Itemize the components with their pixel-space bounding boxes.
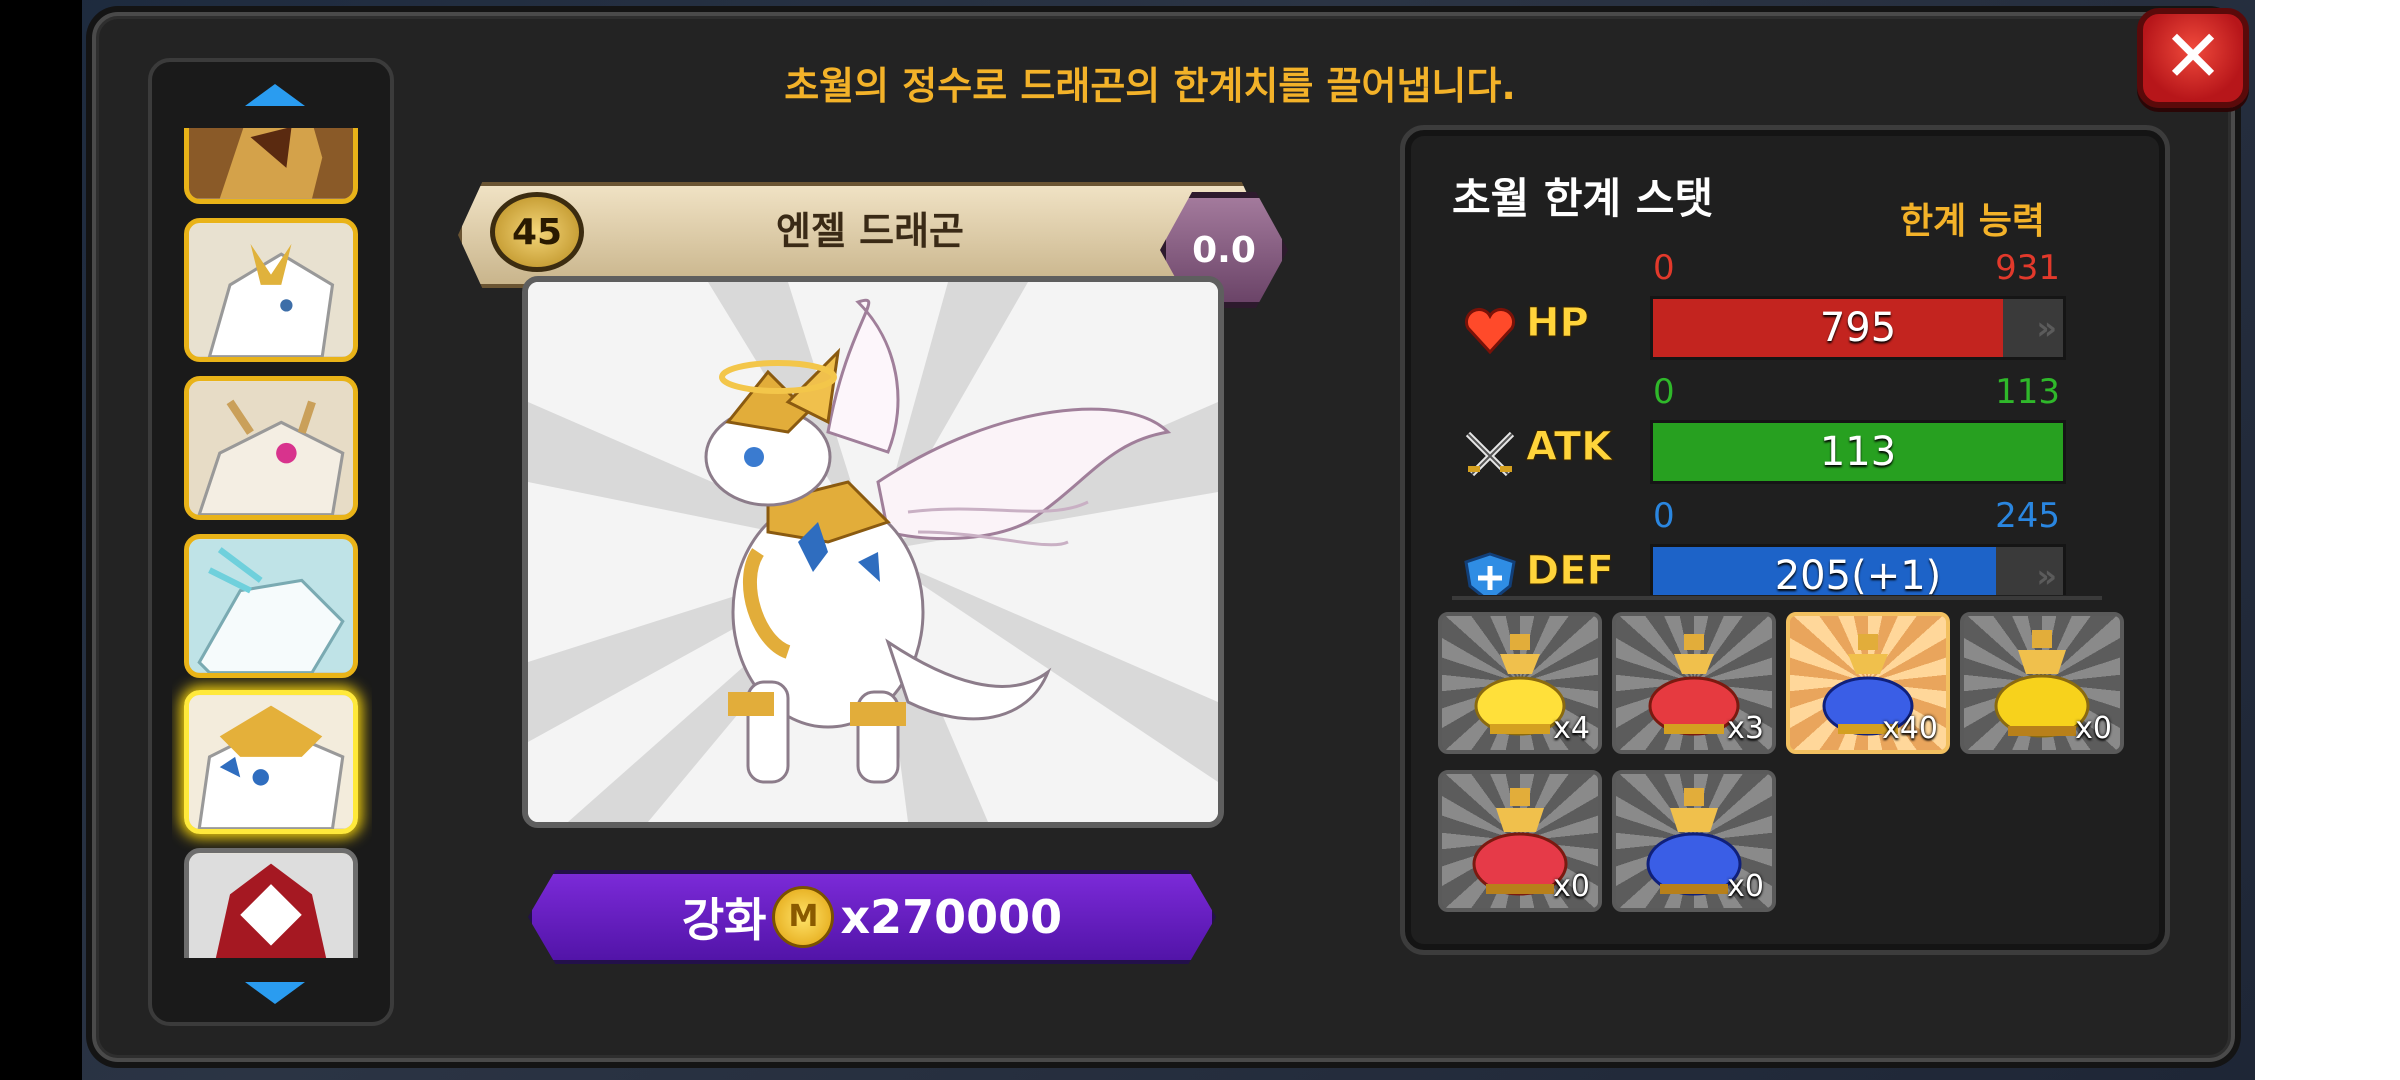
screen-edge-right: [2255, 0, 2400, 1080]
dragon-portrait: [522, 276, 1224, 828]
enhance-button[interactable]: 강화 M x270000: [528, 870, 1216, 964]
def-min: 0: [1653, 496, 1675, 536]
atk-value: 113: [1819, 429, 1897, 475]
def-arrow-icon: »: [2036, 557, 2057, 595]
def-max: 245: [1995, 496, 2060, 536]
stats-divider: [1452, 596, 2102, 600]
essence-item-yellow[interactable]: x4: [1438, 612, 1602, 754]
dragon-thumb-crimson[interactable]: [184, 848, 358, 958]
panel-headline: 초월의 정수로 드래곤의 한계치를 끌어냅니다.: [784, 64, 1516, 108]
dragon-thumb-list: [172, 128, 372, 958]
crossed-swords-icon: [1460, 428, 1520, 480]
def-label: DEF: [1526, 548, 1615, 595]
dragon-thumb-white-gold[interactable]: [184, 218, 358, 362]
enhance-label: 강화: [681, 893, 767, 947]
close-icon: ✕: [2162, 14, 2224, 98]
item-count: x4: [1553, 711, 1590, 746]
angel-dragon-image: [528, 282, 1218, 822]
atk-max: 113: [1995, 372, 2060, 412]
stat-row-def: 0 245 DEF 205(+1) »: [1460, 496, 2080, 595]
screen-edge-left: [0, 0, 82, 1080]
heart-icon: [1460, 304, 1520, 356]
limit-ability-label: 한계 능력: [1900, 201, 2046, 242]
atk-bar: 113: [1650, 420, 2066, 484]
item-count: x0: [2075, 711, 2112, 746]
def-bar: 205(+1) »: [1650, 544, 2066, 595]
dragon-thumb-angel-selected[interactable]: [184, 690, 358, 834]
item-count: x0: [1727, 869, 1764, 904]
stats-title: 초월 한계 스탯: [1452, 174, 1714, 223]
hp-max: 931: [1995, 248, 2060, 288]
essence-item-red-large[interactable]: x0: [1438, 770, 1602, 912]
hp-bar: 795 »: [1650, 296, 2066, 360]
atk-label: ATK: [1525, 424, 1613, 471]
hp-arrow-icon: »: [2036, 309, 2057, 347]
essence-item-blue-selected[interactable]: x40: [1786, 612, 1950, 754]
stat-row-hp: 0 931 HP 795 »: [1460, 248, 2080, 360]
stat-row-atk: 0 113 ATK 113: [1460, 372, 2080, 484]
atk-min: 0: [1653, 372, 1675, 412]
shield-icon: [1460, 552, 1520, 595]
essence-item-red[interactable]: x3: [1612, 612, 1776, 754]
dragon-thumb-armored[interactable]: [184, 128, 358, 204]
hp-value: 795: [1819, 305, 1897, 351]
item-count: x40: [1882, 711, 1938, 746]
essence-item-gold[interactable]: x0: [1960, 612, 2124, 754]
item-count: x0: [1553, 869, 1590, 904]
essence-item-grid: x4 x3 x40 x0 x0 x0: [1438, 612, 2128, 912]
coin-icon: M: [772, 886, 835, 948]
level-badge: 45: [490, 192, 584, 272]
close-button[interactable]: ✕: [2137, 8, 2249, 108]
def-row-clip: 0 245 DEF 205(+1) »: [1455, 495, 2105, 595]
dragon-selector[interactable]: [148, 58, 394, 1026]
hp-min: 0: [1653, 248, 1675, 288]
scroll-up-arrow-icon[interactable]: [245, 84, 305, 106]
def-value: 205(+1): [1774, 553, 1942, 595]
scroll-down-arrow-icon[interactable]: [245, 982, 305, 1004]
hp-label: HP: [1526, 300, 1590, 347]
dragon-name: 엔젤 드래곤: [775, 209, 965, 253]
essence-item-blue-large[interactable]: x0: [1612, 770, 1776, 912]
enhance-cost: x270000: [840, 890, 1063, 944]
dragon-thumb-ice[interactable]: [184, 534, 358, 678]
item-count: x3: [1727, 711, 1764, 746]
dragon-thumb-pink-eye[interactable]: [184, 376, 358, 520]
